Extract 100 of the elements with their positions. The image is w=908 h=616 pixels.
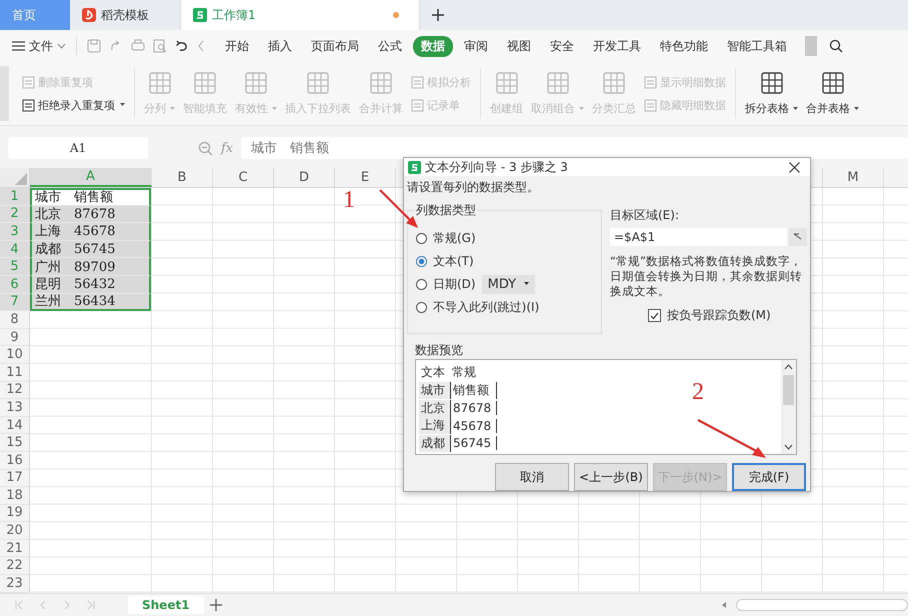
row-header[interactable]: 5 (0, 258, 30, 276)
menu-tab[interactable]: 公式 (370, 36, 410, 56)
ribbon-button[interactable]: 合并表格 (803, 62, 862, 125)
row-header[interactable]: 16 (0, 452, 30, 470)
dialog-button[interactable]: <上一步(B) (574, 463, 648, 491)
caret-icon (272, 106, 277, 110)
menu-tab[interactable]: 页面布局 (303, 36, 367, 56)
save-icon[interactable] (87, 39, 101, 53)
option-label[interactable]: 文本(T) (433, 252, 474, 270)
last-sheet-icon[interactable] (86, 600, 96, 610)
formula-field[interactable]: 城市 销售额 (241, 137, 908, 159)
checkbox-label[interactable]: 按负号跟踪负数(M) (667, 307, 771, 324)
select-all-corner[interactable] (0, 168, 30, 188)
scroll-thumb[interactable] (783, 375, 794, 405)
group-label: 列数据类型 (414, 202, 478, 219)
column-header[interactable]: A (30, 168, 152, 187)
collapse-arrow-icon (793, 233, 803, 241)
previous-sheet-icon[interactable] (38, 600, 48, 610)
scroll-left-icon[interactable] (720, 601, 728, 609)
undo-icon[interactable] (175, 39, 189, 53)
preview-cell: 销售额 (451, 382, 497, 400)
table-cell: 昆明 56432 (30, 276, 151, 294)
menu-tab[interactable]: 数据 (413, 36, 453, 56)
row-header[interactable]: 9 (0, 328, 30, 346)
range-picker-button[interactable] (789, 228, 807, 246)
preview-cell: 上海 (419, 417, 451, 434)
ribbon-button[interactable]: 拒绝录入重复项 (22, 98, 125, 112)
first-sheet-icon[interactable] (14, 600, 24, 610)
zoom-icon[interactable] (198, 140, 213, 156)
preview-column-header[interactable]: 文本 (419, 364, 450, 380)
file-menu-button[interactable]: 文件 (12, 38, 70, 54)
row-header[interactable]: 4 (0, 240, 30, 258)
close-icon[interactable] (789, 162, 800, 172)
new-tab-icon[interactable] (432, 9, 444, 21)
print-icon[interactable] (131, 39, 145, 53)
table-cell: 城市 销售额 (30, 188, 151, 206)
radio-button[interactable] (416, 278, 427, 290)
menu-tab[interactable]: 审阅 (456, 36, 496, 56)
row-header[interactable]: 15 (0, 434, 30, 452)
horizontal-scrollbar[interactable] (736, 599, 908, 611)
radio-button[interactable] (416, 256, 427, 266)
menu-tab[interactable]: 开发工具 (585, 36, 649, 56)
search-icon[interactable] (829, 39, 843, 53)
window-tab[interactable]: 稻壳模板 (70, 0, 180, 30)
table-icon (820, 71, 844, 95)
row-header[interactable]: 20 (0, 522, 30, 540)
preview-cell: 45678 (451, 418, 497, 433)
row-header[interactable]: 14 (0, 416, 30, 434)
checkbox[interactable] (648, 309, 661, 322)
menu-tab[interactable]: 插入 (260, 36, 300, 56)
next-sheet-icon[interactable] (62, 600, 72, 610)
row-header[interactable]: 3 (0, 223, 30, 241)
sheet-tab[interactable]: Sheet1 (128, 596, 204, 614)
target-range-field[interactable]: =$A$1 (610, 228, 787, 246)
menu-tab[interactable]: 特色功能 (652, 36, 716, 56)
radio-button[interactable] (416, 232, 427, 244)
chevron-left-icon[interactable] (197, 40, 205, 52)
menu-tab[interactable]: 视图 (499, 36, 539, 56)
menu-tab[interactable]: 智能工具箱 (719, 36, 795, 56)
option-label[interactable]: 常规(G) (433, 230, 476, 246)
row-header[interactable]: 10 (0, 346, 30, 364)
row-header[interactable]: 21 (0, 540, 30, 558)
window-tab[interactable]: 首页 (0, 0, 70, 30)
row-header[interactable]: 23 (0, 575, 30, 593)
row-header[interactable]: 19 (0, 504, 30, 522)
window-tab[interactable]: 工作簿1 (180, 0, 420, 30)
list-icon (22, 76, 35, 88)
caret-icon (793, 106, 798, 110)
print-preview-icon[interactable] (153, 39, 167, 53)
instruction-text: 请设置每列的数据类型。 (407, 179, 540, 196)
name-box[interactable]: A1 (8, 137, 148, 159)
vertical-scrollbar[interactable] (781, 360, 796, 454)
option-label[interactable]: 日期(D) (433, 276, 476, 292)
option-label[interactable]: 不导入此列(跳过)(I) (433, 298, 540, 316)
scroll-down-icon (784, 444, 793, 450)
row-header[interactable]: 18 (0, 487, 30, 505)
row-header[interactable]: 6 (0, 276, 30, 294)
dialog-button[interactable]: 取消 (495, 463, 569, 491)
list-icon (411, 98, 424, 112)
table-icon (602, 71, 626, 95)
row-header[interactable]: 2 (0, 206, 30, 224)
radio-button[interactable] (416, 302, 427, 312)
dialog-button[interactable]: 完成(F) (732, 463, 806, 491)
menu-tab[interactable]: 开始 (217, 36, 257, 56)
preview-column-header[interactable]: 常规 (450, 364, 495, 380)
row-header[interactable]: 17 (0, 470, 30, 488)
menu-tab[interactable]: 安全 (542, 36, 582, 56)
date-format-dropdown[interactable]: MDY (482, 274, 536, 294)
table-icon (546, 71, 570, 95)
row-header[interactable]: 1 (0, 188, 30, 206)
ribbon-button[interactable]: 拆分表格 (742, 62, 801, 125)
table-cell: 兰州 56434 (30, 294, 151, 312)
row-header[interactable]: 11 (0, 364, 30, 382)
table-icon (494, 71, 518, 95)
row-header[interactable]: 8 (0, 311, 30, 329)
row-header[interactable]: 12 (0, 382, 30, 400)
row-header[interactable]: 13 (0, 399, 30, 417)
add-sheet-icon[interactable] (210, 599, 222, 611)
row-header[interactable]: 22 (0, 557, 30, 576)
row-header[interactable]: 7 (0, 294, 30, 312)
